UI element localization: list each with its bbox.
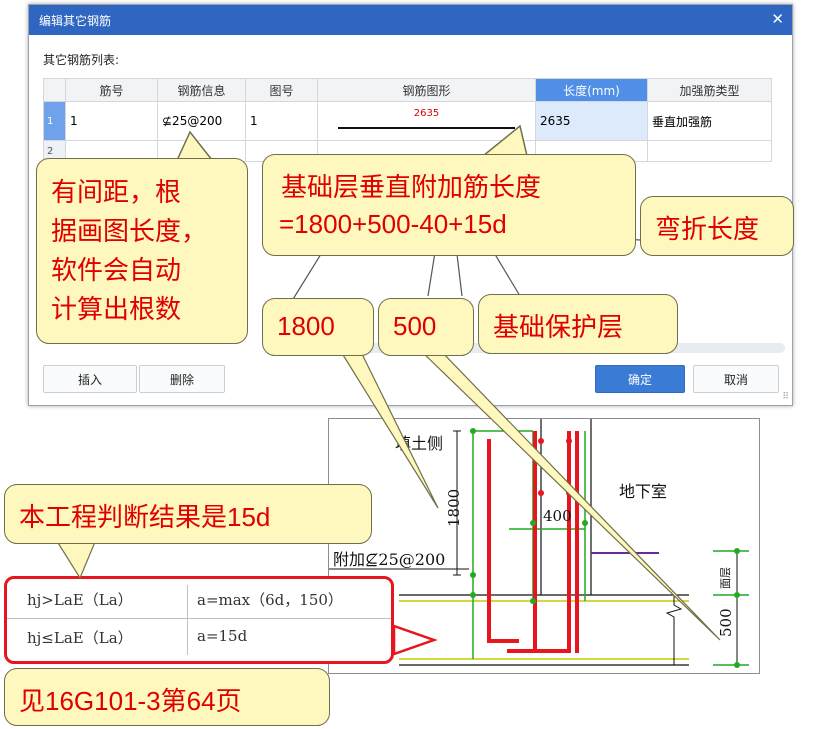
dialog-title: 编辑其它钢筋 [39,14,112,28]
delete-button[interactable]: 删除 [139,365,225,393]
resize-grip-icon[interactable]: ⠿ [782,392,789,402]
column-header-length[interactable]: 长度(mm) [535,78,648,102]
dimension-500: 500 [717,608,735,637]
corner-cell[interactable] [43,78,66,102]
formula-cell: a=15d [197,627,248,645]
formula-cell: a=max（6d，150） [197,591,343,609]
rebar-shape-cell[interactable]: 2635 [317,101,536,141]
value-1800-callout: 1800 [262,298,374,356]
foundation-cover-callout: 基础保护层 [478,294,678,354]
surface-layer-label: 面层 [719,567,732,589]
value-500-callout: 500 [378,298,474,356]
formula-title: 基础层垂直附加筋长度 [281,172,542,202]
bar-no-cell[interactable]: 1 [65,101,158,141]
rebar-type-cell[interactable] [647,140,772,162]
insert-button[interactable]: 插入 [43,365,137,393]
dialog-title-bar[interactable]: 编辑其它钢筋 ✕ [29,5,792,35]
result-callout: 本工程判断结果是15d [4,484,372,544]
condition-cell: hj≤LaE（La） [27,629,133,647]
extra-bar-label: 附加⊈25@200 [333,550,445,569]
rebar-table: 筋号 钢筋信息 图号 钢筋图形 长度(mm) 加强筋类型 1 1 ⊈25@200… [43,78,772,162]
table-row[interactable]: 1 1 ⊈25@200 1 2635 2635 垂直加强筋 [43,101,772,141]
dimension-1800: 1800 [445,489,463,527]
ok-button[interactable]: 确定 [595,365,685,393]
table-divider [187,585,188,655]
close-icon[interactable]: ✕ [771,10,784,28]
basement-label: 地下室 [619,482,667,501]
bend-length-callout: 弯折长度 [640,196,794,256]
reference-callout: 见16G101-3第64页 [4,668,330,726]
column-header[interactable]: 钢筋图形 [317,78,536,102]
result-text: 本工程判断结果是15d [19,502,271,532]
table-divider [7,618,391,619]
rebar-info-cell[interactable]: ⊈25@200 [157,101,246,141]
table-header-row: 筋号 钢筋信息 图号 钢筋图形 长度(mm) 加强筋类型 [43,78,772,102]
cancel-button[interactable]: 取消 [693,365,779,393]
foundation-cover-text: 基础保护层 [493,312,624,342]
formula-expression: =1800+500-40+15d [279,209,507,239]
bend-length-text: 弯折长度 [655,214,760,244]
fill-side-label: 填土侧 [395,434,443,453]
anchorage-rule-table: hj>LaE（La） a=max（6d，150） hj≤LaE（La） a=15… [4,576,394,664]
column-header[interactable]: 图号 [245,78,318,102]
spacing-callout-text: 有间距，根 据画图长度， 软件会自动 计算出根数 [51,177,208,324]
rebar-shape-line [338,127,515,129]
spacing-callout: 有间距，根 据画图长度， 软件会自动 计算出根数 [36,158,248,344]
value-1800-text: 1800 [277,311,335,341]
figure-no-cell[interactable]: 1 [245,101,318,141]
rebar-type-cell[interactable]: 垂直加强筋 [647,101,772,141]
column-header[interactable]: 筋号 [65,78,158,102]
row-number[interactable]: 1 [43,101,66,141]
column-header[interactable]: 加强筋类型 [647,78,772,102]
reference-text: 见16G101-3第64页 [19,686,242,716]
shape-dimension-label: 2635 [413,108,440,119]
rebar-list-label: 其它钢筋列表: [43,53,120,67]
formula-callout: 基础层垂直附加筋长度 =1800+500-40+15d [262,154,636,256]
length-cell[interactable]: 2635 [535,101,648,141]
column-header[interactable]: 钢筋信息 [157,78,246,102]
condition-cell: hj>LaE（La） [27,591,133,609]
dimension-400: 400 [543,507,572,525]
value-500-text: 500 [393,311,437,341]
